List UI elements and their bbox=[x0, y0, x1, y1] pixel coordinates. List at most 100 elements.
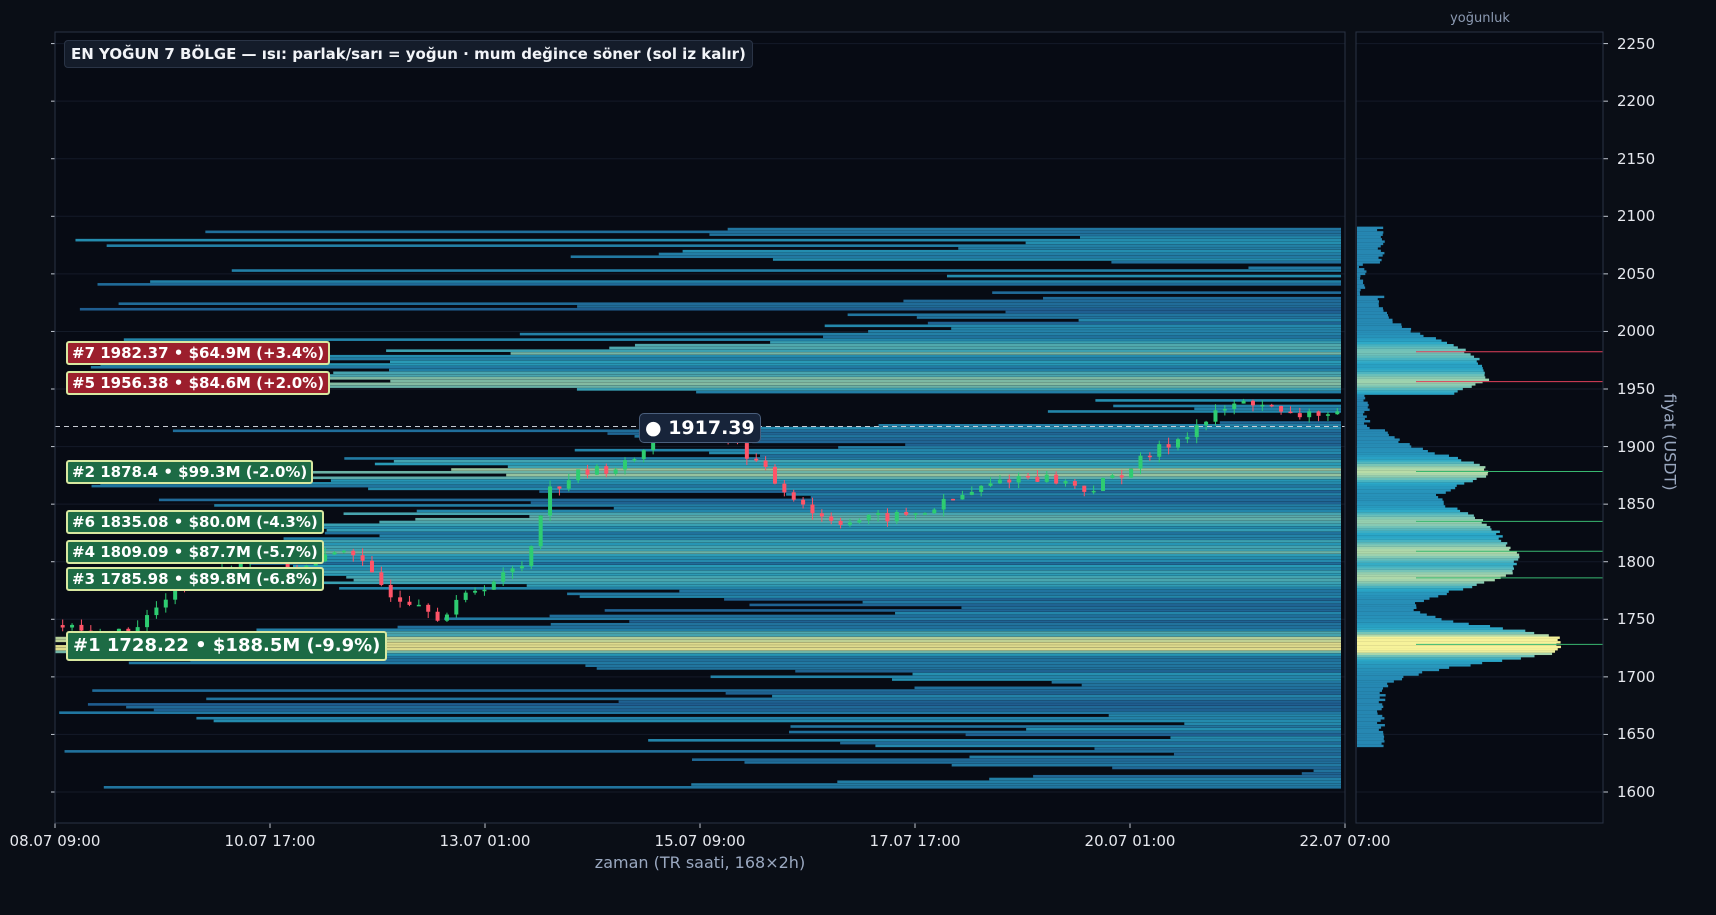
profile-bar bbox=[1357, 687, 1384, 690]
heat-band bbox=[892, 678, 1341, 681]
profile-bar bbox=[1357, 689, 1383, 692]
candle-body bbox=[1204, 421, 1209, 426]
profile-bar bbox=[1357, 613, 1427, 616]
heat-band bbox=[969, 755, 1341, 759]
candle-body bbox=[444, 614, 449, 621]
candle-body bbox=[951, 498, 956, 501]
heat-band bbox=[1081, 683, 1341, 687]
profile-bar bbox=[1357, 251, 1385, 255]
profile-bar bbox=[1357, 231, 1384, 234]
candle-body bbox=[979, 485, 984, 492]
profile-bar bbox=[1357, 516, 1476, 520]
candle-body bbox=[407, 601, 412, 605]
heat-band bbox=[388, 368, 1341, 372]
candle-body bbox=[154, 607, 159, 616]
zone-label-6: #6 1835.08 • $80.0M (-4.3%) bbox=[66, 510, 324, 535]
profile-bar bbox=[1357, 473, 1488, 476]
heat-band bbox=[1248, 266, 1341, 270]
candle-body bbox=[988, 483, 993, 486]
profile-bar bbox=[1357, 394, 1365, 398]
profile-bar bbox=[1357, 304, 1379, 308]
profile-bar bbox=[1357, 325, 1402, 329]
heat-band bbox=[1194, 407, 1341, 411]
profile-bar bbox=[1357, 466, 1486, 469]
profile-bar bbox=[1357, 238, 1382, 241]
heat-band bbox=[1094, 747, 1341, 750]
profile-bar bbox=[1357, 624, 1491, 628]
zone-label-3: #3 1785.98 • $89.8M (-6.8%) bbox=[66, 566, 324, 591]
heat-band bbox=[292, 540, 1341, 543]
profile-bar bbox=[1357, 537, 1499, 540]
profile-bar bbox=[1357, 357, 1480, 361]
candle-body bbox=[1072, 481, 1077, 486]
profile-bar bbox=[1357, 339, 1442, 342]
heat-band bbox=[1313, 769, 1341, 773]
profile-bar bbox=[1357, 638, 1558, 642]
profile-bar bbox=[1357, 694, 1386, 697]
profile-bar bbox=[1357, 590, 1449, 593]
profile-bar bbox=[1357, 461, 1474, 464]
profile-bar bbox=[1357, 443, 1410, 446]
profile-bar bbox=[1357, 615, 1436, 619]
heat-band bbox=[789, 730, 1341, 734]
profile-bar bbox=[1357, 479, 1473, 483]
profile-bar bbox=[1357, 730, 1384, 734]
candle-body bbox=[1288, 411, 1293, 414]
profile-bar bbox=[1357, 629, 1526, 633]
profile-bar bbox=[1357, 268, 1365, 271]
heat-band bbox=[570, 255, 1341, 259]
profile-bar bbox=[1357, 426, 1370, 430]
candle-body bbox=[932, 509, 937, 514]
candle-body bbox=[594, 466, 599, 475]
heat-band bbox=[529, 515, 1341, 518]
profile-bar bbox=[1357, 627, 1503, 630]
profile-bar bbox=[1357, 281, 1363, 285]
candle-body bbox=[538, 515, 543, 547]
candle-body bbox=[1222, 408, 1227, 411]
y-tick-label: 1750 bbox=[1617, 610, 1656, 629]
candle-body bbox=[632, 459, 637, 461]
profile-bar bbox=[1357, 355, 1475, 358]
heat-band bbox=[327, 385, 1342, 388]
candle-body bbox=[829, 516, 834, 521]
candle-body bbox=[388, 584, 393, 598]
heat-band bbox=[506, 473, 1342, 477]
profile-bar bbox=[1357, 302, 1379, 306]
y-tick-label: 1650 bbox=[1617, 725, 1656, 744]
profile-label: yoğunluk bbox=[1450, 11, 1510, 26]
profile-bar bbox=[1357, 696, 1380, 699]
profile-bar bbox=[1357, 410, 1365, 414]
profile-bar bbox=[1357, 567, 1514, 570]
heat-band bbox=[214, 504, 1342, 507]
profile-bar bbox=[1357, 631, 1535, 635]
profile-bar bbox=[1357, 376, 1486, 379]
candle-body bbox=[904, 511, 909, 515]
heat-band bbox=[75, 238, 1341, 242]
candle-body bbox=[894, 511, 899, 522]
heat-band bbox=[629, 620, 1341, 623]
candle-body bbox=[969, 491, 974, 495]
candle-body bbox=[1101, 477, 1106, 491]
candle-body bbox=[491, 581, 496, 590]
candle-body bbox=[1279, 405, 1284, 412]
profile-bar bbox=[1357, 334, 1424, 338]
profile-bar bbox=[1357, 298, 1378, 301]
candle-body bbox=[369, 560, 374, 573]
profile-bar bbox=[1357, 274, 1361, 278]
heat-band bbox=[416, 509, 1342, 513]
profile-bar bbox=[1357, 645, 1561, 649]
candle-body bbox=[744, 443, 749, 459]
heat-band bbox=[648, 739, 1341, 742]
candle-body bbox=[782, 483, 787, 493]
candle-body bbox=[1119, 475, 1124, 478]
profile-bar bbox=[1357, 668, 1440, 672]
profile-bar bbox=[1357, 420, 1371, 423]
heat-band bbox=[961, 606, 1341, 609]
heat-band bbox=[658, 252, 1341, 256]
candle-body bbox=[772, 466, 777, 484]
profile-bar bbox=[1357, 530, 1500, 533]
profile-bar bbox=[1357, 385, 1472, 388]
candle-body bbox=[454, 599, 459, 615]
candle-body bbox=[1007, 479, 1012, 483]
profile-bar bbox=[1357, 553, 1520, 557]
